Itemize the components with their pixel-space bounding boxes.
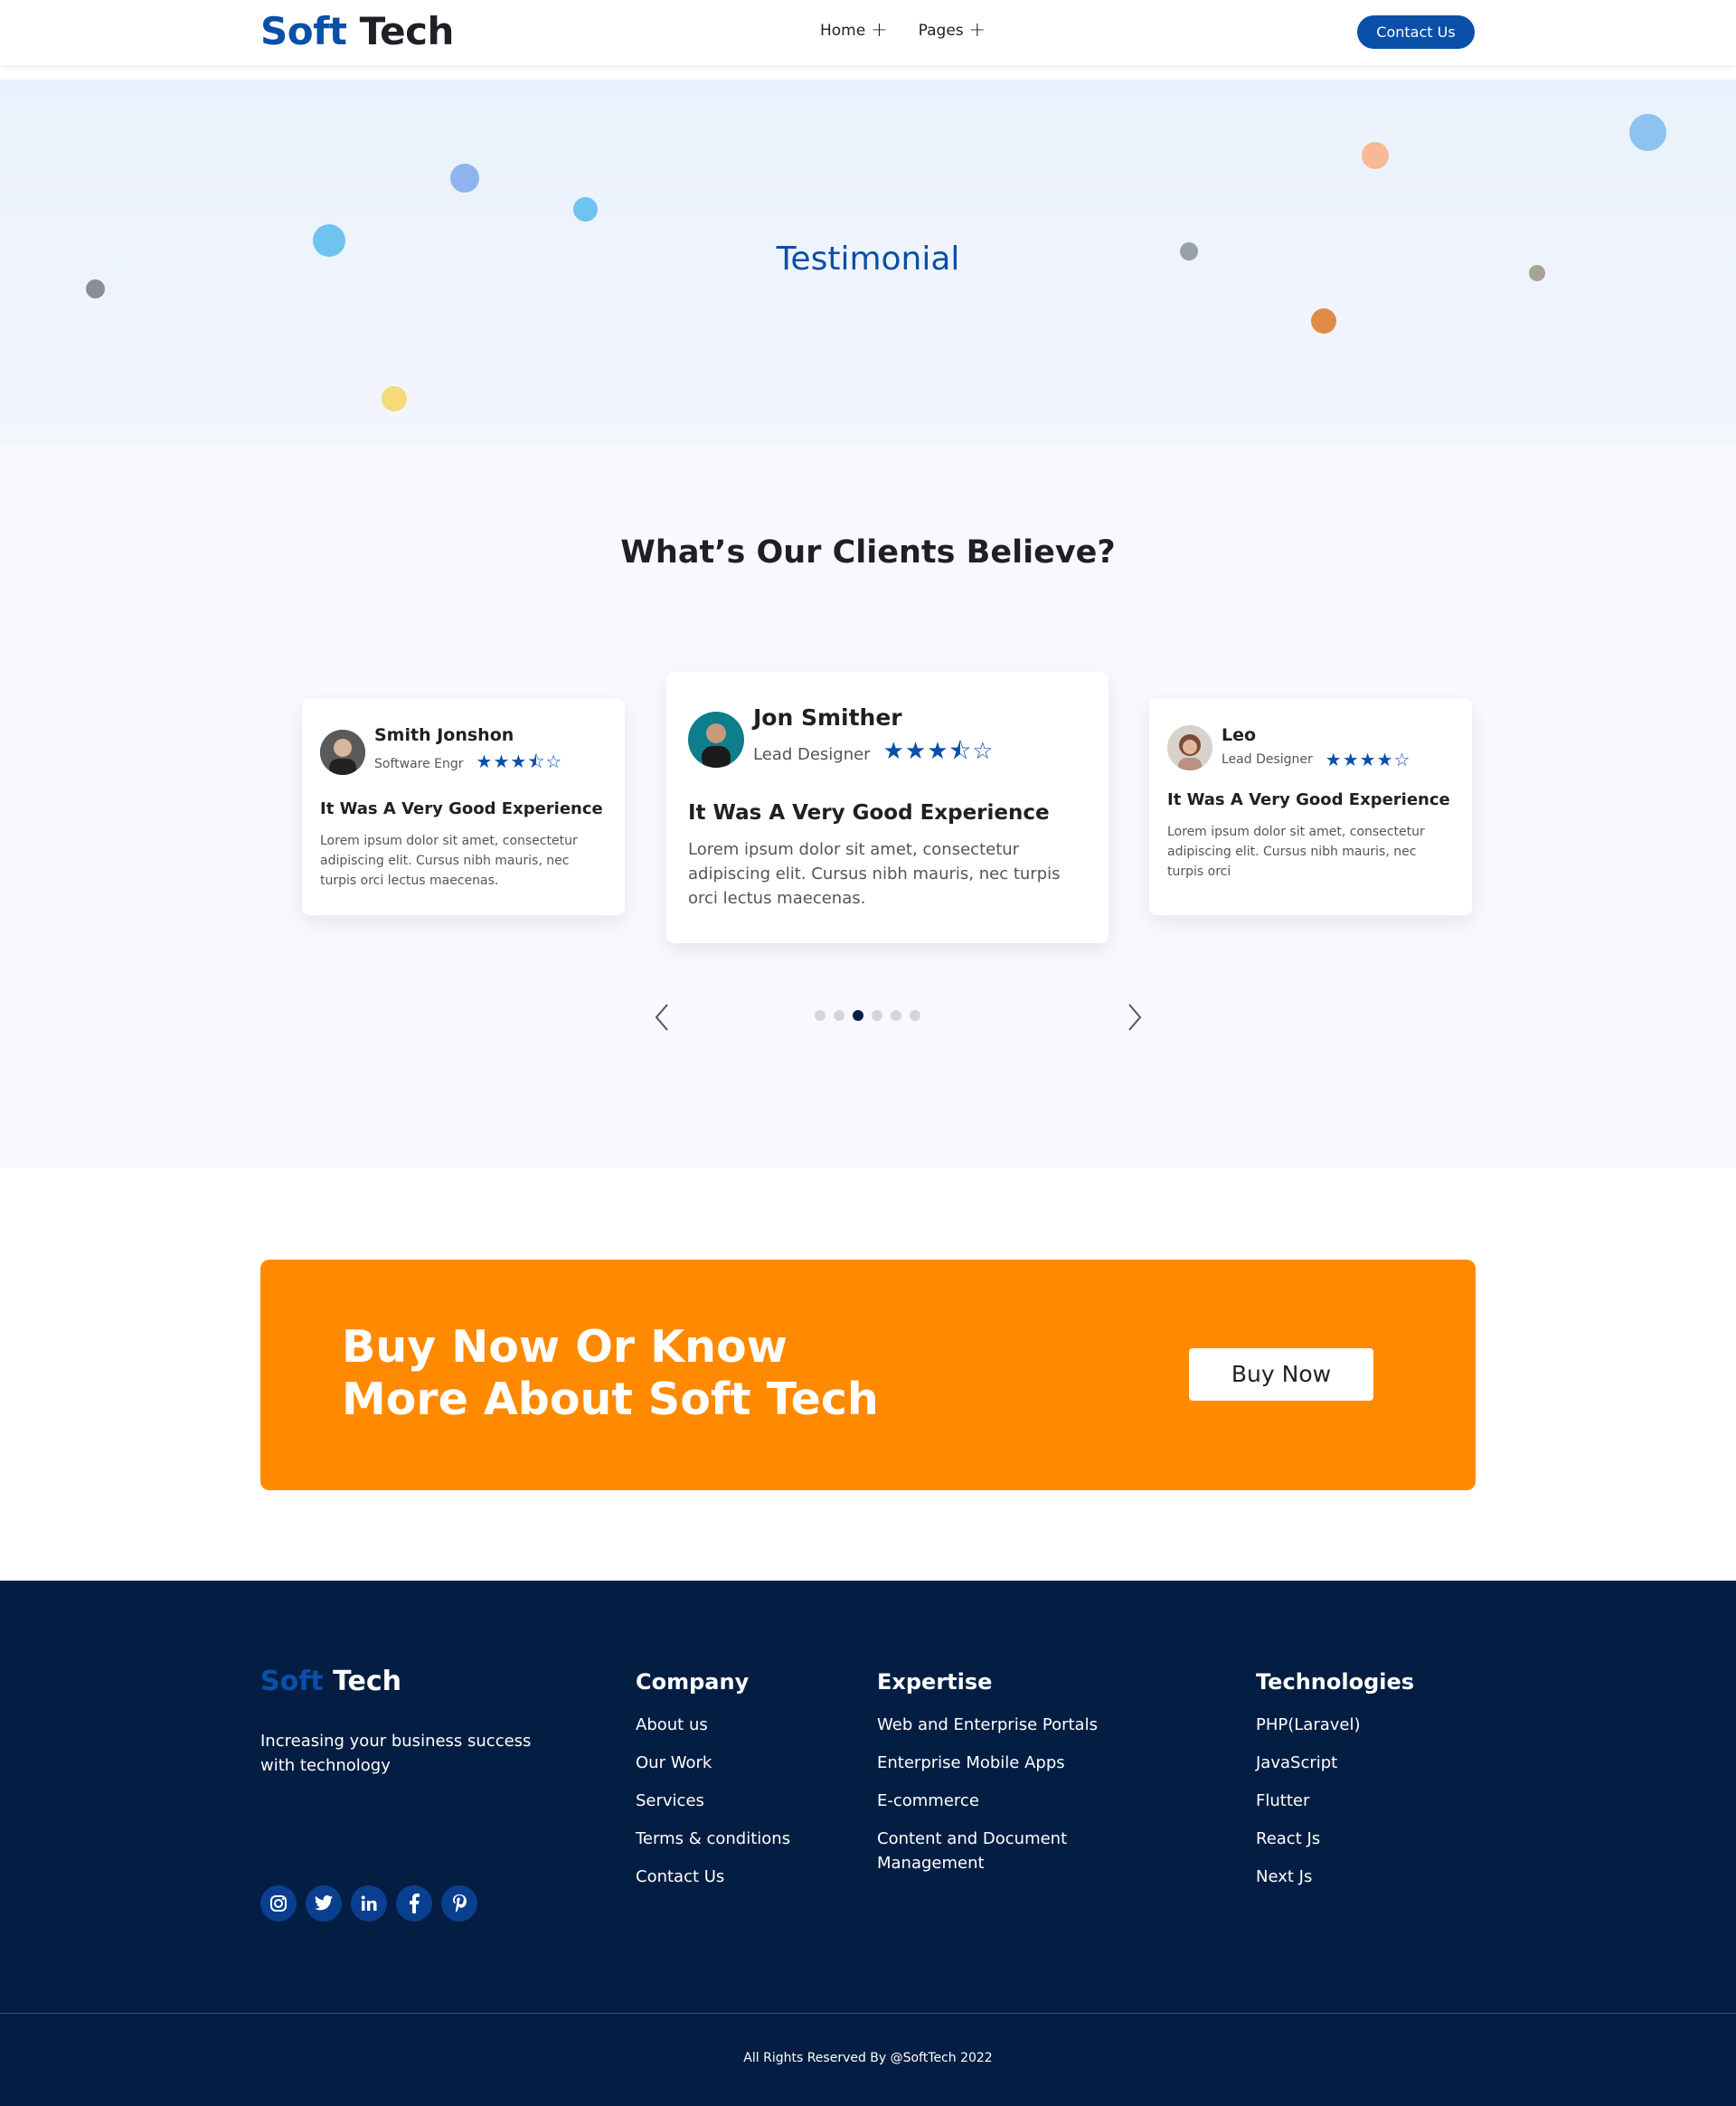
footer-link[interactable]: Next Js (1256, 1865, 1414, 1889)
pagination-dot[interactable] (891, 1010, 901, 1021)
footer-column-expertise: Expertise Web and Enterprise Portals Ent… (877, 1669, 1112, 1889)
testimonial-card-active: Jon Smither Lead Designer ★★★⯪☆ It Was A… (666, 672, 1109, 943)
instagram-icon[interactable] (260, 1885, 297, 1922)
contact-us-button[interactable]: Contact Us (1357, 15, 1475, 49)
logo-second-word: Tech (333, 1666, 402, 1697)
pagination-dot[interactable] (910, 1010, 920, 1021)
avatar (1167, 725, 1212, 770)
testimonials-section: What’s Our Clients Believe? Smith Jonsho… (0, 444, 1736, 1167)
footer-column-technologies: Technologies PHP(Laravel) JavaScript Flu… (1256, 1669, 1414, 1903)
footer-link[interactable]: Web and Enterprise Portals (877, 1713, 1112, 1737)
section-heading: What’s Our Clients Believe? (620, 534, 1116, 571)
avatar (688, 711, 744, 768)
footer-link[interactable]: Enterprise Mobile Apps (877, 1751, 1112, 1775)
client-role: Lead Designer (753, 744, 871, 764)
nav-item-home[interactable]: Home + (820, 19, 888, 42)
decorative-dot (1362, 142, 1389, 169)
footer-link[interactable]: JavaScript (1256, 1751, 1414, 1775)
copyright-text: All Rights Reserved By @SoftTech 2022 (743, 2051, 993, 2065)
cta-title: Buy Now Or Know More About Soft Tech (342, 1321, 879, 1425)
footer-column-title: Expertise (877, 1669, 993, 1695)
decorative-dot (1311, 308, 1336, 334)
testimonial-title: It Was A Very Good Experience (1167, 790, 1450, 809)
testimonial-text: Lorem ipsum dolor sit amet, consectetur … (1167, 825, 1425, 879)
footer-link[interactable]: PHP(Laravel) (1256, 1713, 1414, 1737)
footer-column-title: Technologies (1256, 1669, 1415, 1695)
buy-now-button[interactable]: Buy Now (1189, 1348, 1373, 1401)
pagination-dot[interactable] (872, 1010, 882, 1021)
footer-link[interactable]: React Js (1256, 1827, 1414, 1851)
pagination-dot[interactable] (815, 1010, 826, 1021)
chevron-left-icon[interactable] (649, 999, 676, 1035)
footer-column-title: Company (636, 1669, 750, 1695)
linkedin-icon[interactable] (351, 1885, 387, 1922)
decorative-dot (450, 164, 479, 193)
plus-icon: + (871, 19, 888, 42)
pinterest-icon[interactable] (441, 1885, 477, 1922)
decorative-dot (382, 386, 407, 411)
main-nav: Home + Pages + (820, 19, 986, 42)
footer-tagline: Increasing your business success with te… (260, 1732, 532, 1775)
footer-link[interactable]: Terms & conditions (636, 1827, 790, 1851)
footer-column-company: Company About us Our Work Services Terms… (636, 1669, 790, 1903)
client-role: Lead Designer (1222, 752, 1313, 767)
client-role: Software Engr (374, 757, 464, 771)
star-rating: ★★★⯪☆ (476, 751, 563, 772)
twitter-icon[interactable] (306, 1885, 342, 1922)
testimonial-card: Smith Jonshon Software Engr ★★★⯪☆ It Was… (302, 698, 625, 915)
social-links (260, 1885, 477, 1922)
avatar (320, 730, 365, 775)
cta-banner: Buy Now Or Know More About Soft Tech Buy… (260, 1260, 1476, 1490)
testimonial-title: It Was A Very Good Experience (320, 799, 603, 818)
client-name: Smith Jonshon (374, 725, 514, 745)
star-rating: ★★★⯪☆ (882, 738, 995, 765)
pagination-dot-active[interactable] (853, 1010, 863, 1021)
nav-item-label: Pages (918, 22, 964, 40)
page-title: Testimonial (776, 241, 960, 278)
carousel-pagination (815, 1010, 920, 1021)
star-rating: ★★★★☆ (1325, 749, 1411, 770)
testimonial-card: Leo Lead Designer ★★★★☆ It Was A Very Go… (1149, 698, 1472, 915)
decorative-dot (86, 279, 105, 298)
footer-link[interactable]: Services (636, 1789, 790, 1813)
decorative-dot (573, 197, 598, 222)
pagination-dot[interactable] (834, 1010, 844, 1021)
decorative-dot (1629, 114, 1666, 151)
footer-link[interactable]: About us (636, 1713, 790, 1737)
site-header: Soft Tech Home + Pages + Contact Us (0, 0, 1736, 65)
site-footer: Soft Tech Increasing your business succe… (0, 1581, 1736, 2106)
chevron-right-icon[interactable] (1120, 999, 1147, 1035)
logo[interactable]: Soft Tech (260, 9, 454, 53)
logo-second-word: Tech (359, 9, 455, 53)
footer-logo[interactable]: Soft Tech (260, 1666, 401, 1697)
client-name: Leo (1222, 725, 1257, 745)
nav-item-label: Home (820, 22, 866, 40)
footer-link[interactable]: Contact Us (636, 1865, 790, 1889)
facebook-icon[interactable] (396, 1885, 432, 1922)
testimonial-title: It Was A Very Good Experience (688, 801, 1050, 825)
plus-icon: + (968, 19, 986, 42)
testimonial-text: Lorem ipsum dolor sit amet, consectetur … (688, 840, 1061, 908)
logo-first-word: Soft (260, 9, 347, 53)
nav-item-pages[interactable]: Pages + (918, 19, 986, 42)
client-name: Jon Smither (753, 704, 902, 731)
footer-divider (0, 2013, 1736, 2014)
hero-banner: Testimonial (0, 80, 1736, 444)
footer-link[interactable]: Content and Document Management (877, 1827, 1112, 1875)
footer-link[interactable]: Our Work (636, 1751, 790, 1775)
testimonial-text: Lorem ipsum dolor sit amet, consectetur … (320, 834, 578, 888)
footer-link[interactable]: E-commerce (877, 1789, 1112, 1813)
footer-link[interactable]: Flutter (1256, 1789, 1414, 1813)
logo-first-word: Soft (260, 1666, 324, 1697)
